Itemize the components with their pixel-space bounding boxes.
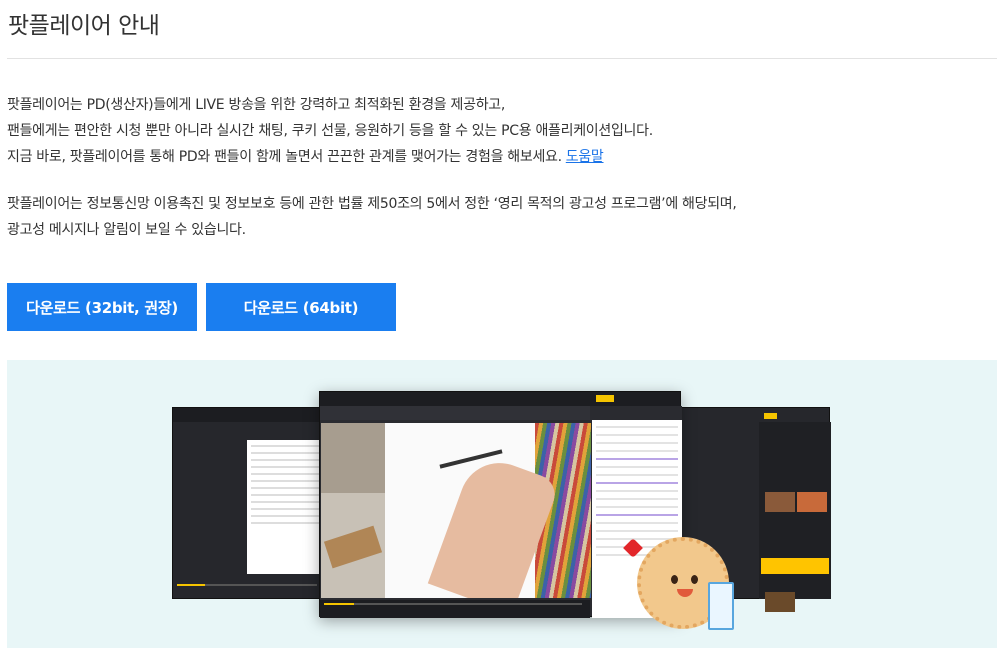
download-64bit-button[interactable]: 다운로드 (64bit) (206, 283, 396, 331)
preview-settings-window (172, 407, 332, 599)
download-32bit-button[interactable]: 다운로드 (32bit, 권장) (7, 283, 197, 331)
intro-line-3: 지금 바로, 팟플레이어를 통해 PD와 팬들이 함께 놀면서 끈끈한 관계를 … (7, 144, 653, 170)
help-link[interactable]: 도움말 (566, 149, 604, 165)
app-preview-image (7, 360, 997, 648)
milk-glass (708, 582, 734, 630)
preview-video (321, 423, 591, 598)
preview-player-titlebar (320, 392, 680, 406)
preview-promo-banner (761, 558, 829, 574)
intro-description: 팟플레이어는 PD(생산자)들에게 LIVE 방송을 위한 강력하고 최적화된 … (7, 92, 653, 170)
intro-line-2: 팬들에게는 편안한 시청 뿐만 아니라 실시간 채팅, 쿠키 선물, 응원하기 … (7, 123, 653, 139)
notice-line-2: 광고성 메시지나 알림이 보일 수 있습니다. (7, 222, 246, 238)
preview-player-window (319, 391, 682, 618)
page-title: 팟플레이어 안내 (8, 13, 160, 39)
ad-notice: 팟플레이어는 정보통신망 이용촉진 및 정보보호 등에 관한 법률 제50조의 … (7, 191, 737, 243)
notice-line-1: 팟플레이어는 정보통신망 이용촉진 및 정보보호 등에 관한 법률 제50조의 … (7, 196, 737, 212)
preview-seek-bar (177, 584, 317, 586)
preview-settings-panel (247, 440, 327, 574)
intro-line-1: 팟플레이어는 PD(생산자)들에게 LIVE 방송을 위한 강력하고 최적화된 … (7, 97, 506, 113)
preview-player-toolbar (320, 406, 590, 420)
preview-yellow-badge (764, 413, 777, 419)
intro-line-3-text: 지금 바로, 팟플레이어를 통해 PD와 팬들이 함께 놀면서 끈끈한 관계를 … (7, 149, 562, 165)
title-divider (7, 58, 997, 59)
preview-player-controls (320, 600, 590, 618)
preview-window-titlebar (173, 408, 331, 422)
